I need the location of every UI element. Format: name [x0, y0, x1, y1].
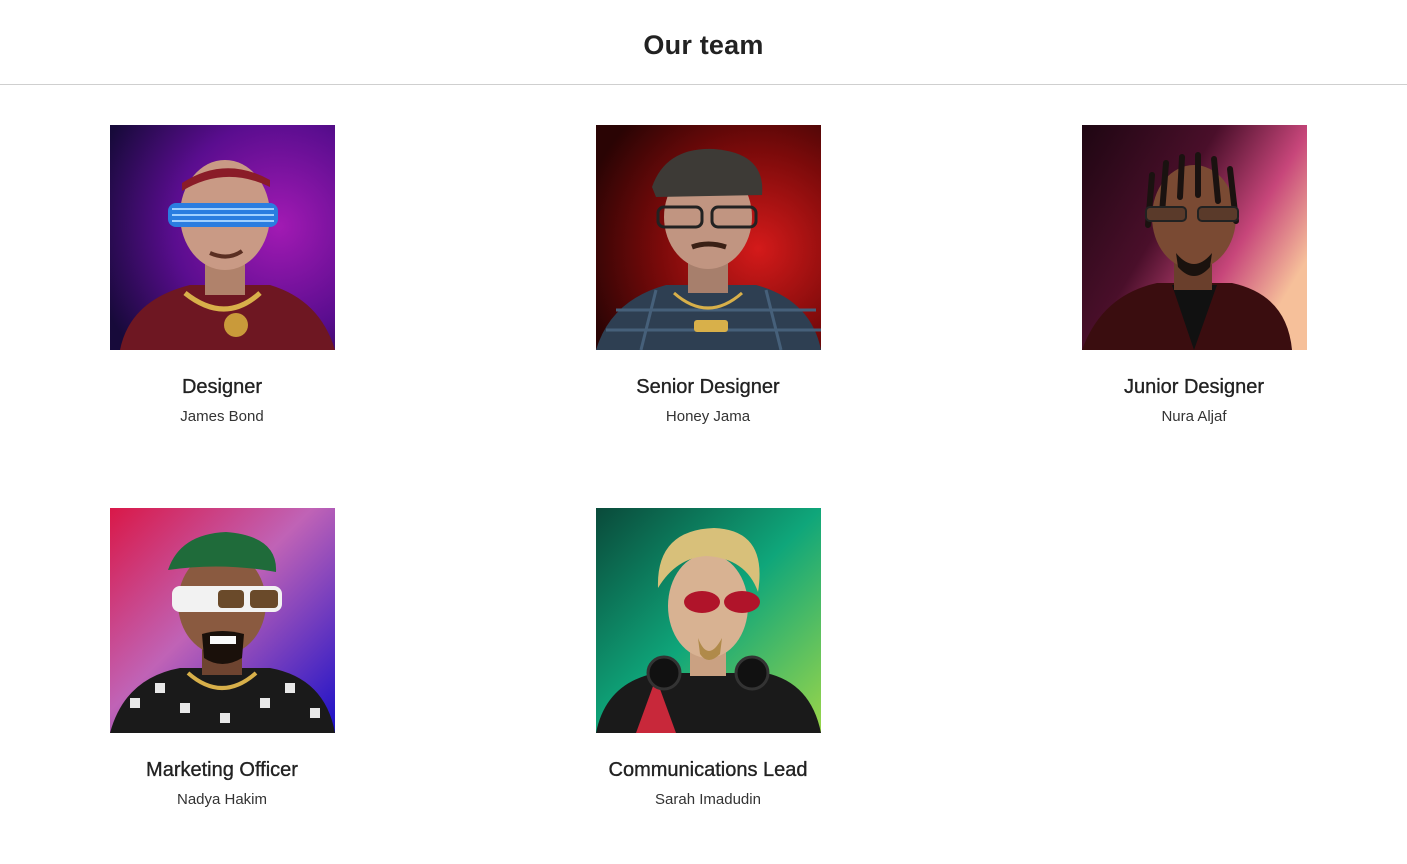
team-member-card: Communications Lead Sarah Imadudin [578, 508, 838, 808]
member-avatar [109, 508, 335, 733]
page-title: Our team [643, 29, 764, 60]
member-name: Nadya Hakim [176, 791, 268, 808]
team-grid: Designer James Bond Senior Designer Hone… [0, 85, 1407, 863]
team-member-card: Designer James Bond [92, 125, 352, 425]
member-avatar [1081, 125, 1307, 350]
page-header: Our team [0, 0, 1407, 85]
member-role: Marketing Officer [146, 759, 298, 781]
member-role: Senior Designer [636, 376, 780, 398]
member-avatar [109, 125, 335, 350]
member-name: Sarah Imadudin [655, 791, 761, 808]
member-avatar [595, 508, 821, 733]
member-avatar [595, 125, 821, 350]
team-member-card: Marketing Officer Nadya Hakim [92, 508, 352, 808]
member-role: Designer [181, 376, 263, 398]
member-name: Honey Jama [665, 408, 751, 425]
member-role: Communications Lead [608, 759, 808, 781]
team-member-card: Senior Designer Honey Jama [578, 125, 838, 425]
member-name: Nura Aljaf [1161, 408, 1227, 425]
team-member-card: Junior Designer Nura Aljaf [1064, 125, 1324, 425]
member-role: Junior Designer [1123, 376, 1265, 398]
member-name: James Bond [180, 408, 264, 425]
